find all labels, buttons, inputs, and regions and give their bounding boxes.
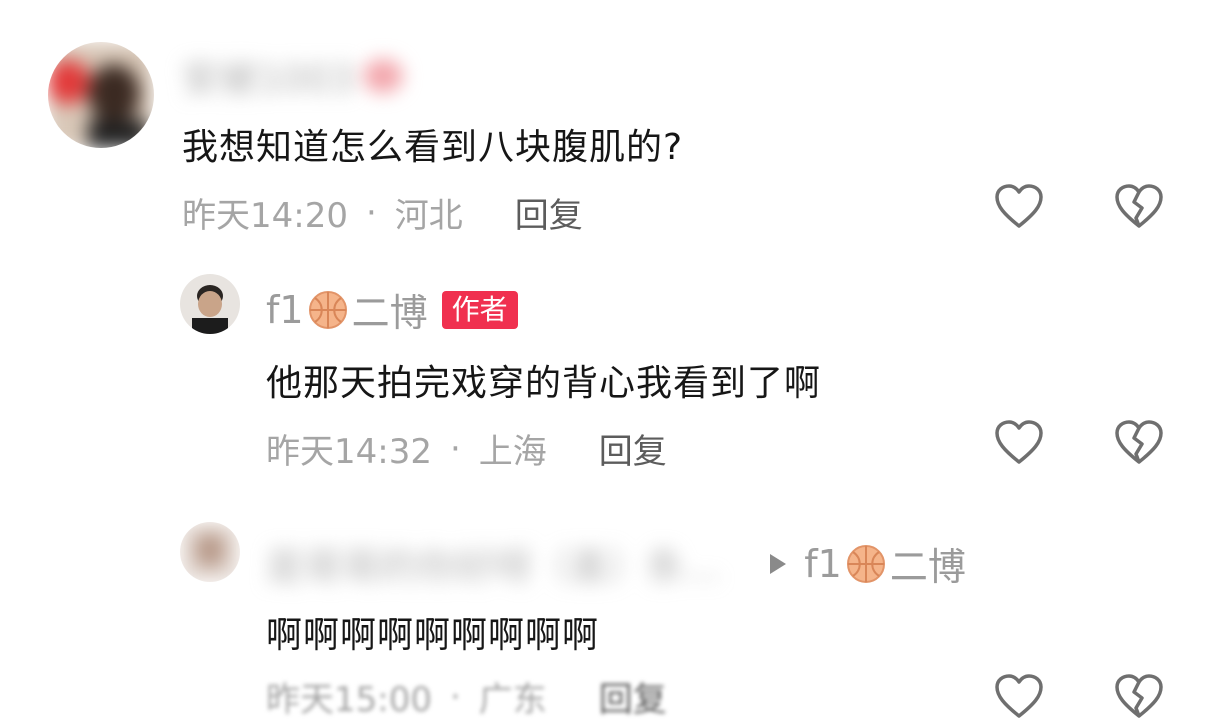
avatar[interactable]: [180, 274, 240, 334]
username[interactable]: 安被1003: [182, 48, 403, 103]
comment-time: 昨天14:20: [182, 196, 348, 236]
comment-location: 广东: [478, 680, 547, 720]
comment-text: 我想知道怎么看到八块腹肌的?: [182, 127, 684, 168]
reply-arrow-icon: [770, 553, 787, 574]
broken-heart-icon[interactable]: [1114, 420, 1164, 466]
reply-item: f1 二博 作者 他那天拍完戏穿的背心我看到了啊 昨天14:32 · 上海 回复: [0, 260, 1220, 480]
username[interactable]: f1 二博 作者: [266, 282, 518, 337]
author-badge: 作者: [441, 290, 518, 329]
comment-time: 昨天14:32: [266, 432, 432, 472]
comment-meta: 昨天14:32 · 上海 回复: [266, 424, 667, 473]
heart-outline-icon[interactable]: [994, 420, 1044, 466]
comment-text: 他那天拍完戏穿的背心我看到了啊: [266, 363, 822, 404]
heart-outline-icon[interactable]: [994, 184, 1044, 230]
basketball-icon: [846, 544, 886, 584]
broken-heart-icon[interactable]: [1114, 674, 1164, 720]
comment-item: 安被1003 我想知道怎么看到八块腹肌的? 昨天14:20 · 河北 回复: [0, 0, 1220, 250]
reply-to-username[interactable]: f1 二博: [804, 536, 966, 591]
heart-outline-icon[interactable]: [994, 674, 1044, 720]
avatar[interactable]: [180, 522, 240, 582]
avatar[interactable]: [48, 42, 154, 148]
comment-meta: 昨天15:00 · 广东 回复: [266, 672, 667, 721]
reply-button[interactable]: 回复: [599, 424, 667, 473]
basketball-icon: [308, 290, 348, 330]
comment-meta: 昨天14:20 · 河北 回复: [182, 188, 583, 237]
comment-time: 昨天15:00: [266, 680, 432, 720]
broken-heart-icon[interactable]: [1114, 184, 1164, 230]
reply-button[interactable]: 回复: [515, 188, 583, 237]
reply-button[interactable]: 回复: [599, 672, 667, 721]
comment-location: 上海: [478, 432, 547, 472]
username[interactable]: 是哥哥的你好呀（喜）条... f1 二博: [266, 536, 966, 591]
comment-location: 河北: [394, 196, 463, 236]
comment-text: 啊啊啊啊啊啊啊啊啊: [266, 615, 600, 656]
reply-item: 是哥哥的你好呀（喜）条... f1 二博 啊啊啊啊啊啊啊啊啊 昨天15:00 ·…: [0, 500, 1220, 720]
